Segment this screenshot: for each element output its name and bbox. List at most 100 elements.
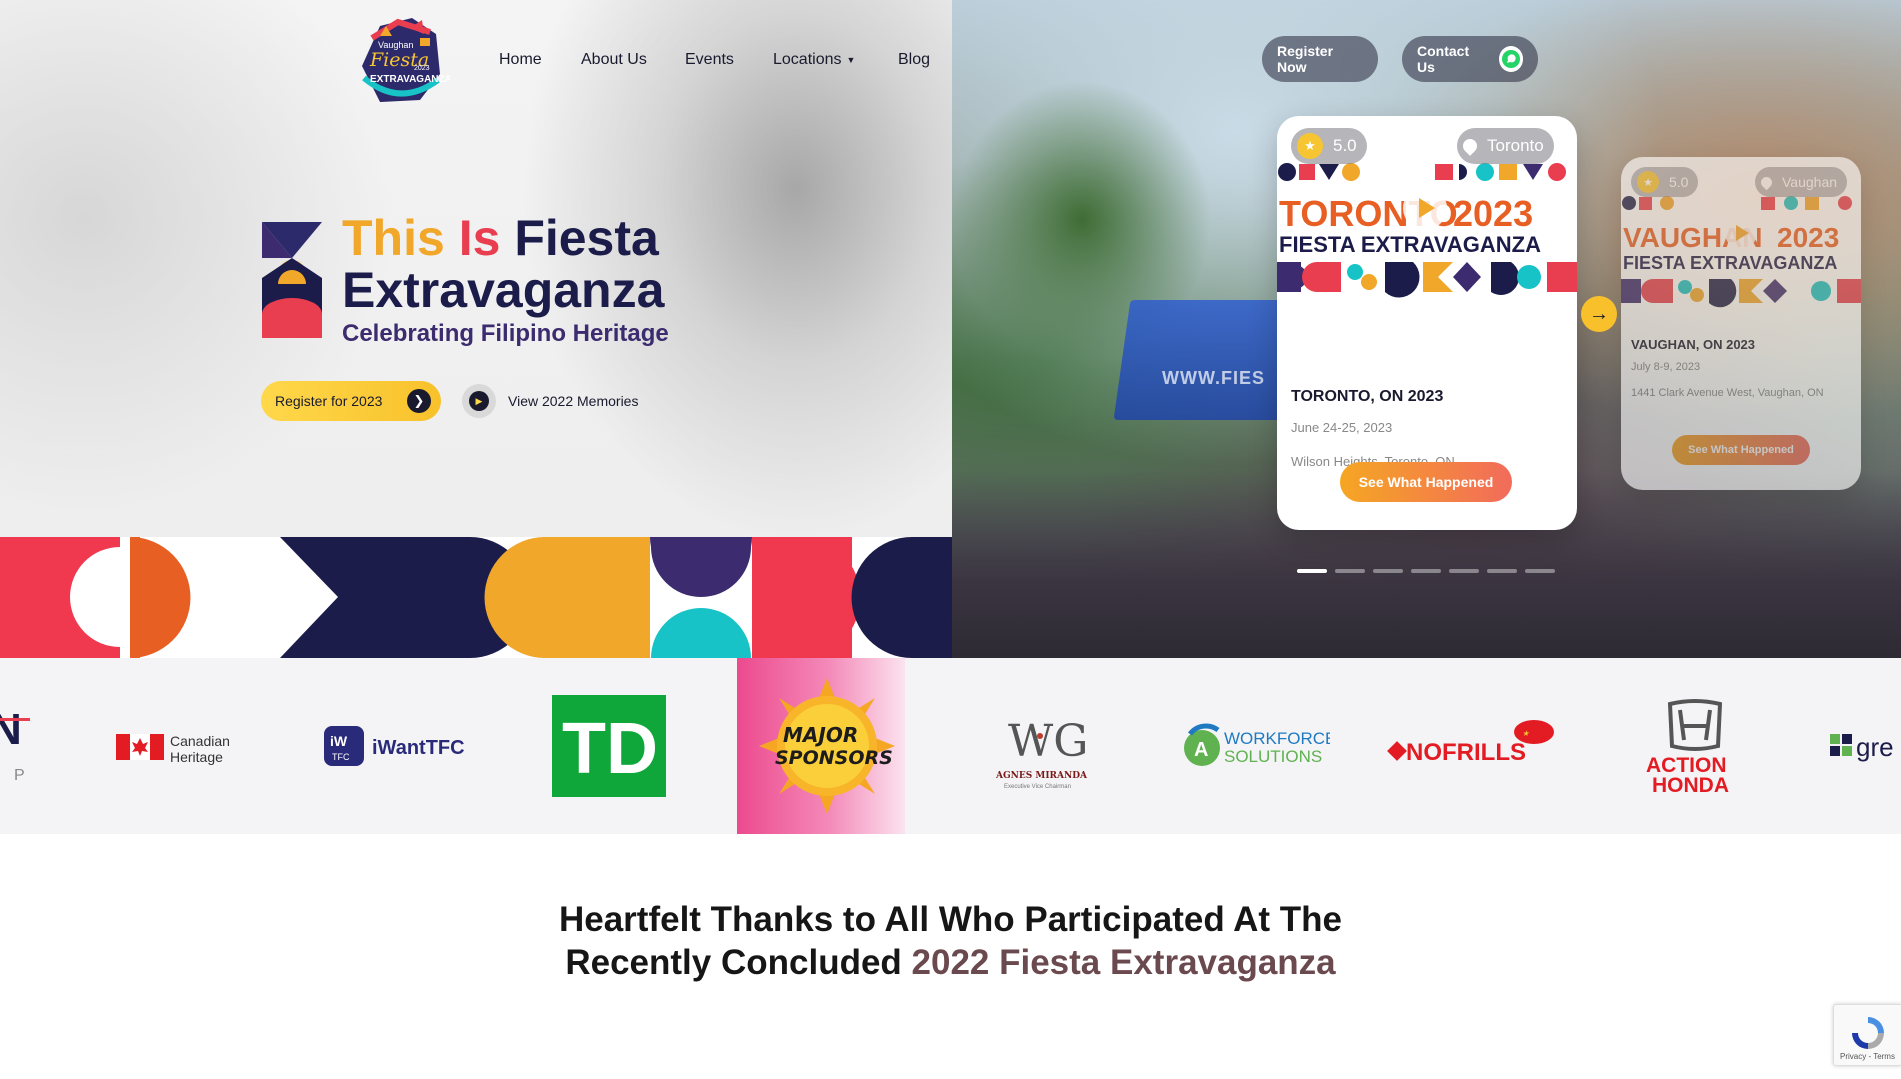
partial-left-sub: P bbox=[14, 767, 25, 784]
canadian-heritage-line2: Heritage bbox=[170, 749, 223, 765]
recaptcha-badge[interactable]: Privacy - Terms bbox=[1833, 1004, 1901, 1066]
event-title: TORONTO, ON 2023 bbox=[1291, 388, 1444, 405]
geometric-pattern-strip bbox=[0, 537, 952, 658]
register-for-2023-button[interactable]: Register for 2023 ❯ bbox=[261, 381, 441, 421]
partial-left-text: N bbox=[0, 706, 22, 754]
chevron-right-icon: ❯ bbox=[407, 389, 431, 413]
sponsor-logo-partial-left[interactable]: N P bbox=[0, 658, 40, 834]
thanks-line1: Heartfelt Thanks to All Who Participated… bbox=[558, 900, 1343, 939]
event-banner-vaughan: VAUGHAN 2023 FIESTA EXTRAVAGANZA bbox=[1621, 195, 1861, 335]
slider-pagination bbox=[1297, 569, 1555, 573]
agnes-name: AGNES MIRANDA bbox=[995, 771, 1088, 781]
city-badge: Vaughan bbox=[1755, 167, 1848, 197]
location-pin-icon bbox=[1460, 136, 1480, 156]
see-what-happened-label: See What Happened bbox=[1358, 474, 1494, 490]
iwanttfc-badge-top: iW bbox=[330, 733, 348, 749]
hero-title-fiesta: Fiesta bbox=[514, 210, 659, 266]
event-title: VAUGHAN, ON 2023 bbox=[1631, 337, 1756, 352]
whatsapp-icon bbox=[1498, 46, 1523, 72]
register-now-label: Register Now bbox=[1277, 43, 1334, 75]
thanks-heading: Heartfelt Thanks to All Who Participated… bbox=[450, 898, 1451, 984]
event-card-toronto[interactable]: ★ 5.0 Toronto TORONTO 2023 FIESTA EXTRAV… bbox=[1277, 116, 1577, 530]
slider-dot[interactable] bbox=[1411, 569, 1441, 573]
partial-right-text: gre bbox=[1856, 732, 1894, 762]
view-memories-button[interactable]: ▶ View 2022 Memories bbox=[462, 384, 638, 418]
sponsor-td[interactable]: TD bbox=[552, 658, 666, 834]
thanks-line2: Recently Concluded bbox=[565, 943, 912, 982]
slider-dot[interactable] bbox=[1449, 569, 1479, 573]
sponsor-logo-partial-right[interactable]: gre bbox=[1828, 658, 1901, 834]
city-badge-label: Vaughan bbox=[1782, 174, 1838, 190]
banner-sub: FIESTA EXTRAVAGANZA bbox=[1623, 253, 1837, 273]
location-pin-icon bbox=[1758, 174, 1775, 190]
sponsor-canadian-heritage[interactable]: Canadian Heritage bbox=[112, 658, 252, 834]
recaptcha-text[interactable]: Privacy - Terms bbox=[1840, 1052, 1895, 1061]
nav-blog[interactable]: Blog bbox=[898, 51, 930, 69]
hero-title-line2: Extravaganza bbox=[342, 262, 665, 318]
nav-about-us[interactable]: About Us bbox=[581, 51, 647, 69]
register-for-2023-label: Register for 2023 bbox=[275, 393, 383, 409]
sponsor-iwanttfc[interactable]: iW TFC iWantTFC bbox=[322, 658, 472, 834]
tent-label: WWW.FIES bbox=[1162, 368, 1265, 388]
nav-events[interactable]: Events bbox=[685, 51, 734, 69]
rating-badge: ★ 5.0 bbox=[1291, 128, 1367, 164]
register-now-button[interactable]: Register Now bbox=[1262, 36, 1378, 82]
see-what-happened-button[interactable]: See What Happened bbox=[1340, 462, 1512, 502]
major-text-line2: SPONSORS bbox=[775, 747, 893, 769]
banner-year: 2023 bbox=[1453, 193, 1533, 234]
hero-subtitle: Celebrating Filipino Heritage bbox=[342, 320, 669, 347]
rating-value: 5.0 bbox=[1669, 174, 1689, 190]
svg-text:★: ★ bbox=[1522, 729, 1530, 738]
slider-dot[interactable] bbox=[1297, 569, 1327, 573]
event-date: June 24-25, 2023 bbox=[1291, 420, 1393, 435]
honda-line2: HONDA bbox=[1652, 774, 1729, 796]
thanks-highlight: 2022 Fiesta Extravaganza bbox=[911, 943, 1336, 982]
td-text: TD bbox=[562, 709, 658, 789]
star-icon: ★ bbox=[1297, 133, 1323, 159]
city-badge-label: Toronto bbox=[1487, 136, 1544, 155]
nav-locations[interactable]: Locations ▼ bbox=[773, 51, 855, 69]
sponsor-nofrills[interactable]: NOFRILLS ★ bbox=[1386, 658, 1556, 834]
slider-dot[interactable] bbox=[1373, 569, 1403, 573]
star-icon: ★ bbox=[1637, 171, 1659, 193]
major-sponsors-badge: MAJOR SPONSORS bbox=[757, 658, 897, 834]
hourglass-brand-mark bbox=[262, 222, 322, 342]
banner-year: 2023 bbox=[1777, 222, 1839, 253]
agnes-role: Executive Vice Chairman bbox=[1004, 784, 1071, 790]
iwanttfc-badge-bottom: TFC bbox=[332, 752, 350, 762]
workforce-line1: WORKFORCE bbox=[1224, 729, 1330, 748]
logo-text-bottom: EXTRAVAGANZA bbox=[370, 74, 450, 85]
hero-title-this: This bbox=[342, 210, 445, 266]
major-text-line1: MAJOR bbox=[783, 723, 858, 747]
sponsor-action-honda[interactable]: ACTION HONDA bbox=[1640, 658, 1750, 834]
event-card-vaughan[interactable]: ★ 5.0 Vaughan VAUGHAN 2023 FIESTA EXTRAV… bbox=[1621, 157, 1861, 490]
chevron-down-icon: ▼ bbox=[846, 55, 856, 65]
nofrills-text: NOFRILLS bbox=[1406, 739, 1526, 766]
site-logo[interactable]: Vaughan Fiesta EXTRAVAGANZA 2023 bbox=[350, 8, 452, 108]
arrow-right-icon[interactable]: → bbox=[1581, 296, 1617, 332]
iwanttfc-text: iWantTFC bbox=[372, 737, 465, 759]
event-banner-toronto: TORONTO 2023 FIESTA EXTRAVAGANZA bbox=[1277, 162, 1577, 332]
sponsor-logos-strip: N P Canadian Heritage iW TFC iWantTFC TD bbox=[0, 658, 1901, 834]
nav-home[interactable]: Home bbox=[499, 51, 542, 69]
sponsor-agnes-miranda[interactable]: WG AGNES MIRANDA Executive Vice Chairman bbox=[990, 658, 1090, 834]
recaptcha-icon bbox=[1852, 1017, 1884, 1049]
banner-sub: FIESTA EXTRAVAGANZA bbox=[1279, 232, 1541, 257]
agnes-monogram: WG bbox=[1008, 716, 1088, 767]
nav-locations-label: Locations bbox=[773, 51, 842, 68]
city-badge: Toronto bbox=[1457, 128, 1554, 164]
see-what-happened-button[interactable]: See What Happened bbox=[1672, 435, 1810, 465]
contact-us-button[interactable]: Contact Us bbox=[1402, 36, 1538, 82]
view-memories-label: View 2022 Memories bbox=[508, 393, 639, 409]
workforce-line2: SOLUTIONS bbox=[1224, 747, 1322, 766]
slider-dot[interactable] bbox=[1525, 569, 1555, 573]
slider-dot[interactable] bbox=[1487, 569, 1517, 573]
contact-us-label: Contact Us bbox=[1417, 43, 1470, 75]
workforce-badge-letter: A bbox=[1194, 739, 1208, 761]
canadian-heritage-line1: Canadian bbox=[170, 733, 230, 749]
rating-badge: ★ 5.0 bbox=[1631, 167, 1699, 197]
sponsor-workforce-solutions[interactable]: A WORKFORCE SOLUTIONS bbox=[1180, 658, 1330, 834]
see-what-happened-label: See What Happened bbox=[1688, 444, 1794, 456]
rating-value: 5.0 bbox=[1333, 136, 1357, 155]
slider-dot[interactable] bbox=[1335, 569, 1365, 573]
